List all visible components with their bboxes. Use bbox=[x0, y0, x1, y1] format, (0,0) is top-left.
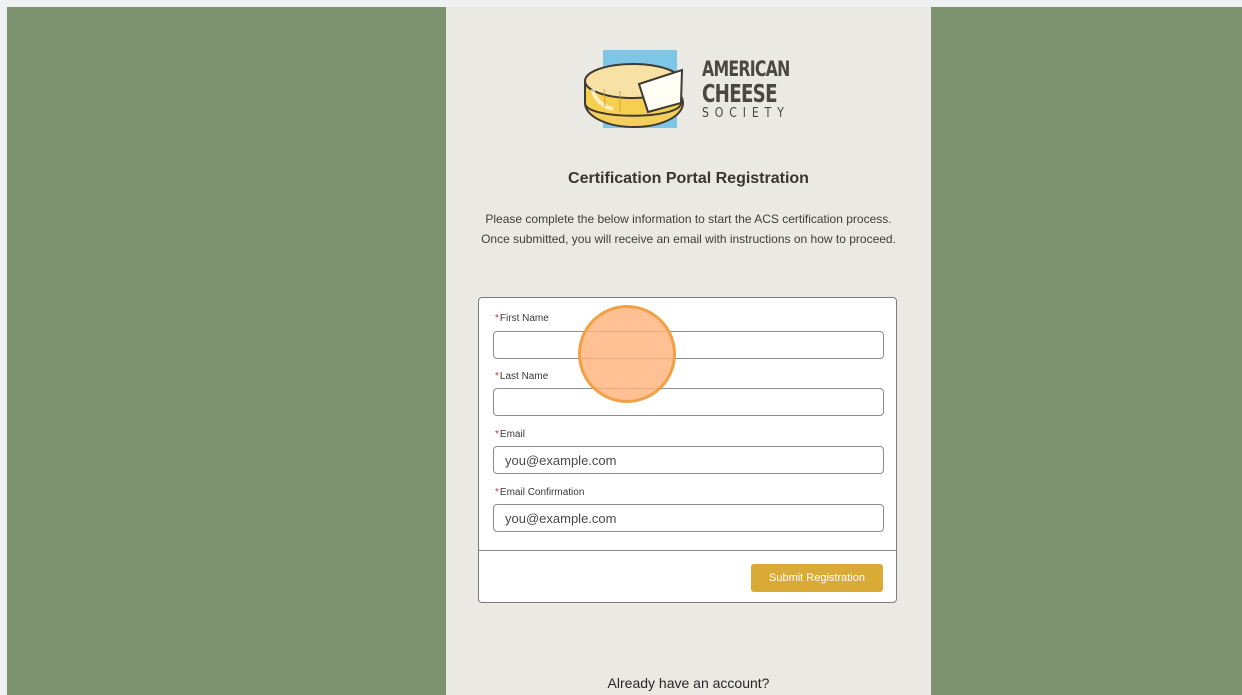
email-confirmation-label: *Email Confirmation bbox=[495, 487, 584, 498]
logo-society-text: Society bbox=[702, 106, 790, 121]
email-confirmation-input[interactable] bbox=[493, 504, 884, 532]
logo-cheese-text: Cheese bbox=[702, 79, 778, 108]
registration-instructions: Please complete the below information to… bbox=[481, 212, 896, 246]
registration-form: *First Name *Last Name *Email *Email Con… bbox=[478, 297, 897, 603]
already-have-account-link[interactable]: Already have an account? bbox=[446, 675, 931, 691]
email-label-text: Email bbox=[499, 429, 525, 440]
first-name-input[interactable] bbox=[493, 331, 884, 359]
last-name-input[interactable] bbox=[493, 388, 884, 416]
first-name-label-text: First Name bbox=[499, 313, 549, 324]
last-name-label: *Last Name bbox=[495, 371, 548, 382]
email-label: *Email bbox=[495, 429, 525, 440]
first-name-label: *First Name bbox=[495, 313, 549, 324]
logo-wordmark: American Cheese Society bbox=[702, 57, 819, 121]
last-name-label-text: Last Name bbox=[499, 371, 549, 382]
required-marker: * bbox=[495, 487, 499, 498]
logo-american-text: American bbox=[702, 57, 790, 81]
required-marker: * bbox=[495, 429, 499, 440]
required-marker: * bbox=[495, 313, 499, 324]
click-indicator bbox=[578, 305, 676, 403]
page-title: Certification Portal Registration bbox=[568, 170, 809, 187]
email-input[interactable] bbox=[493, 446, 884, 474]
form-divider bbox=[479, 550, 896, 551]
required-marker: * bbox=[495, 371, 499, 382]
submit-registration-button[interactable]: Submit Registration bbox=[751, 564, 883, 592]
american-cheese-society-logo: American Cheese Society bbox=[581, 50, 801, 130]
cheese-wheel-icon bbox=[584, 63, 684, 128]
email-confirmation-label-text: Email Confirmation bbox=[499, 487, 585, 498]
